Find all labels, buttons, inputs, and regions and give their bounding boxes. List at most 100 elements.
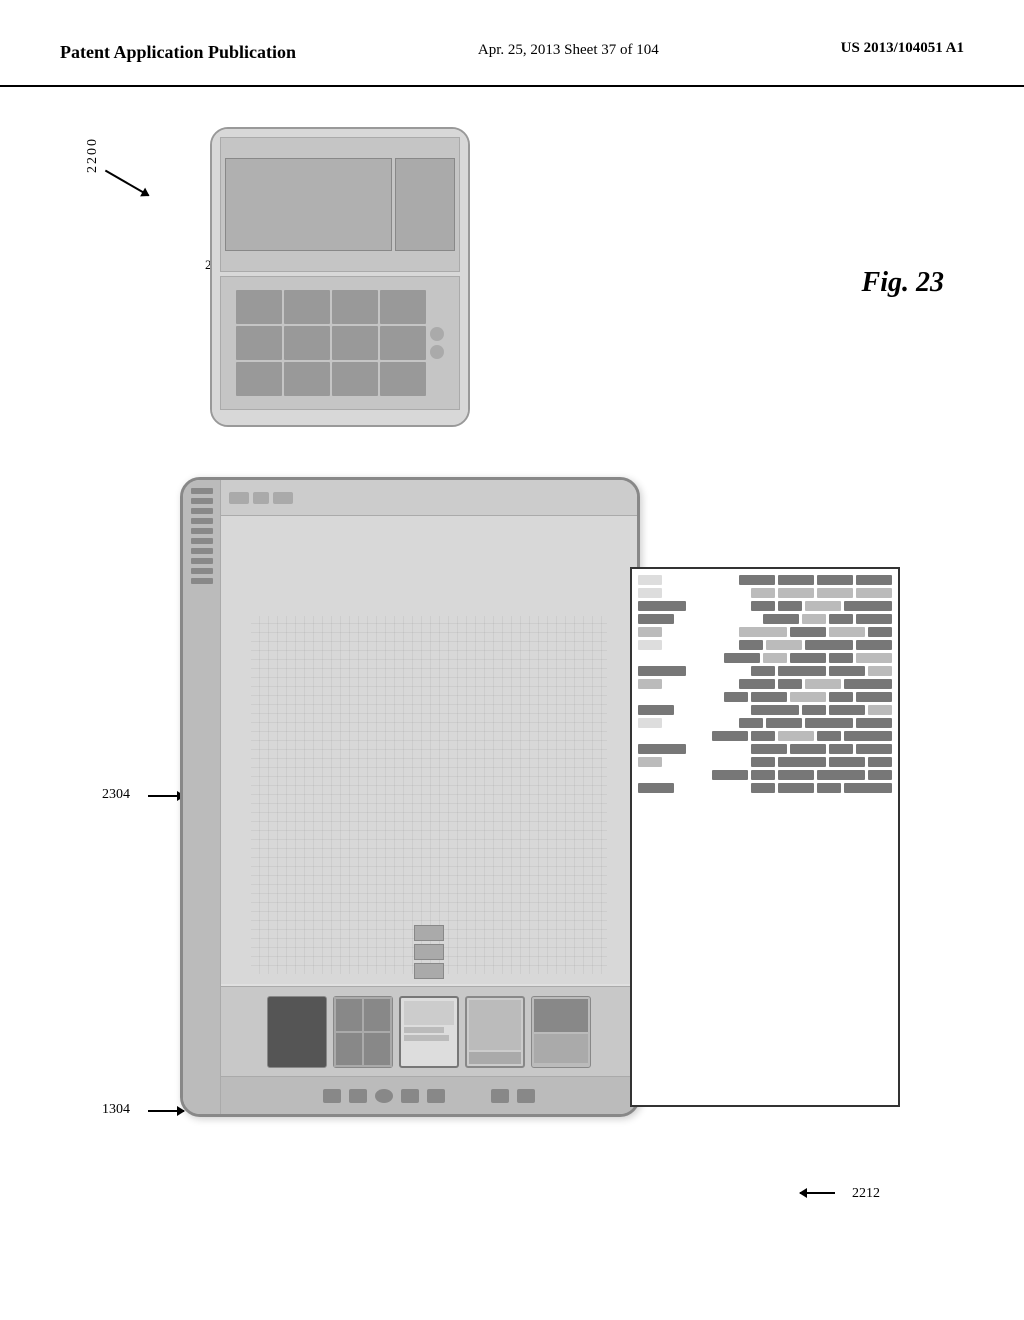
grid-row xyxy=(638,757,892,767)
grid-cell xyxy=(638,705,674,715)
grid-cell xyxy=(380,326,426,360)
grid-row xyxy=(638,653,892,663)
grid-cell xyxy=(751,588,775,598)
grid-cell xyxy=(638,575,662,585)
grid-cell xyxy=(638,614,674,624)
topbar-button xyxy=(229,492,249,504)
grid-cell xyxy=(332,326,378,360)
sidebar-icon xyxy=(191,568,213,574)
sidebar-icon xyxy=(191,518,213,524)
grid-cell xyxy=(739,718,763,728)
grid-cell xyxy=(724,653,760,663)
grid-cell xyxy=(817,783,841,793)
device-thumbnail-top xyxy=(210,127,470,427)
grid-row xyxy=(638,744,892,754)
grid-cell xyxy=(856,718,892,728)
toolbar-icon xyxy=(491,1089,509,1103)
grid-row xyxy=(638,692,892,702)
floating-item xyxy=(414,963,444,979)
grid-cell xyxy=(778,770,814,780)
circle-icon xyxy=(430,345,444,359)
grid-cell xyxy=(712,731,748,741)
label-2304: 2304 xyxy=(102,787,130,803)
grid-row xyxy=(638,783,892,793)
grid-cell xyxy=(829,705,865,715)
label-1304-bottom: 1304 xyxy=(102,1102,130,1118)
device-bottom-toolbar xyxy=(221,1076,637,1114)
toolbar-circle-icon xyxy=(375,1089,393,1103)
grid-row xyxy=(638,679,892,689)
grid-cell xyxy=(751,731,775,741)
label-2212: 2212 xyxy=(852,1186,880,1202)
grid-cell xyxy=(829,653,853,663)
grid-cell xyxy=(712,770,748,780)
grid-cell xyxy=(829,666,865,676)
grid-cell xyxy=(766,640,802,650)
grid-cell xyxy=(284,290,330,324)
thumbnail-strip xyxy=(221,986,637,1076)
grid-cell xyxy=(638,640,662,650)
grid-cell xyxy=(739,627,787,637)
grid-cell xyxy=(829,692,853,702)
grid-cell xyxy=(778,588,814,598)
floating-item xyxy=(414,944,444,960)
grid-cell xyxy=(805,640,853,650)
grid-cell xyxy=(380,290,426,324)
grid-cell xyxy=(778,757,826,767)
toolbar-icon xyxy=(517,1089,535,1103)
arrow-1304-bottom xyxy=(148,1110,184,1112)
content-dots xyxy=(251,616,607,974)
device-thumb-area xyxy=(221,925,637,979)
device-sidebar xyxy=(183,480,221,1114)
grid-cell xyxy=(844,783,892,793)
page-header: Patent Application Publication Apr. 25, … xyxy=(0,0,1024,87)
grid-cell xyxy=(638,588,662,598)
grid-cell xyxy=(763,614,799,624)
diagram-top: 2200 1304 2308 xyxy=(80,127,500,437)
grid-cell xyxy=(802,614,826,624)
strip-thumbnail-outlined xyxy=(399,996,459,1068)
toolbar-icon xyxy=(349,1089,367,1103)
grid-cell xyxy=(284,326,330,360)
grid-cell xyxy=(332,290,378,324)
grid-cell xyxy=(236,362,282,396)
header-patent-number: US 2013/104051 A1 xyxy=(841,40,964,57)
grid-cell xyxy=(817,588,853,598)
grid-cell xyxy=(236,326,282,360)
grid-cell xyxy=(638,783,674,793)
grid-cell xyxy=(638,627,662,637)
grid-cell xyxy=(790,653,826,663)
sidebar-icon xyxy=(191,498,213,504)
grid-cell xyxy=(868,757,892,767)
grid-cell xyxy=(829,757,865,767)
grid-row xyxy=(638,731,892,741)
grid-row xyxy=(638,770,892,780)
main-content: Fig. 23 2200 1304 2308 xyxy=(0,87,1024,1297)
floating-items xyxy=(414,925,444,979)
grid-cell xyxy=(766,718,802,728)
grid-cell xyxy=(751,692,787,702)
grid-row xyxy=(638,705,892,715)
grid-cell xyxy=(817,575,853,585)
grid-row xyxy=(638,627,892,637)
grid-cell xyxy=(856,588,892,598)
grid-cell xyxy=(829,614,853,624)
grid-cell xyxy=(751,744,787,754)
device-top-section-b xyxy=(220,276,460,410)
grid-cell xyxy=(844,731,892,741)
header-publication-label: Patent Application Publication xyxy=(60,40,296,65)
grid-cell xyxy=(844,601,892,611)
device-main-content xyxy=(221,516,637,984)
toolbar-icon xyxy=(427,1089,445,1103)
grid-cell xyxy=(751,770,775,780)
header-date-sheet: Apr. 25, 2013 Sheet 37 of 104 xyxy=(478,40,659,61)
grid-cell xyxy=(638,744,686,754)
sidebar-icon xyxy=(191,488,213,494)
grid-row xyxy=(638,640,892,650)
right-panel-2212 xyxy=(630,567,900,1107)
grid-cell xyxy=(638,718,662,728)
right-panel-inner xyxy=(632,569,898,1105)
grid-cell xyxy=(829,744,853,754)
grid-cell xyxy=(739,640,763,650)
strip-thumbnail-dark xyxy=(267,996,327,1068)
